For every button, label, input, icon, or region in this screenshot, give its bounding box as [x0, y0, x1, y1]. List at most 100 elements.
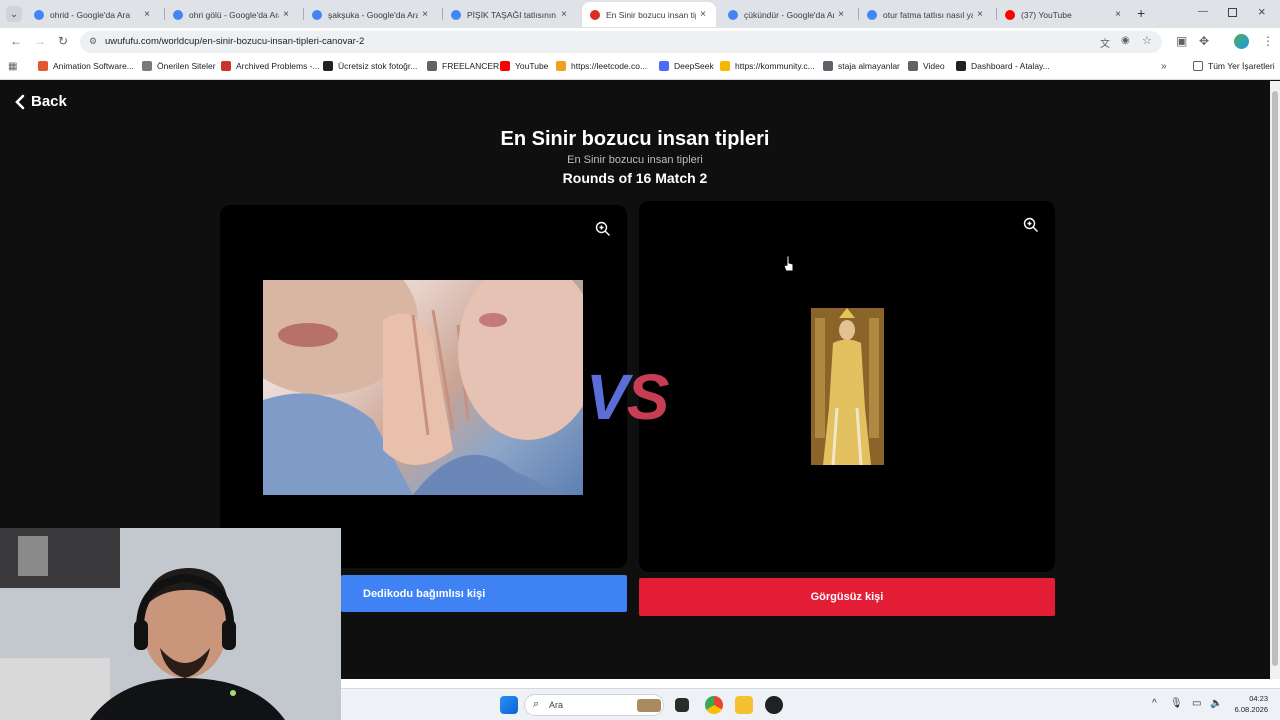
bookmark-star-icon[interactable]: ☆ [1142, 34, 1152, 47]
bookmark-item[interactable]: Ücretsiz stok fotoğr... [323, 61, 417, 71]
more-bookmarks-icon[interactable]: » [1161, 61, 1167, 72]
bookmark-item[interactable]: YouTube [500, 61, 548, 71]
new-tab-button[interactable]: + [1137, 5, 1145, 21]
back-label: Back [31, 93, 67, 110]
bookmark-favicon-icon [323, 61, 333, 71]
page-title: En Sinir bozucu insan tipleri [500, 128, 770, 150]
speaker-icon[interactable]: 🔈 [1210, 698, 1222, 709]
tab-close-icon[interactable]: × [1111, 9, 1125, 20]
microphone-icon[interactable]: 🎙 [1170, 698, 1183, 709]
page-subtitle: En Sinir bozucu insan tipleri [567, 154, 703, 166]
bookmark-label: Dashboard - Atalay... [971, 61, 1050, 71]
bookmark-item[interactable]: staja almayanlar [823, 61, 900, 71]
profile-avatar[interactable] [1234, 34, 1249, 49]
tab-favicon-icon [1005, 9, 1015, 20]
bookmark-label: Önerilen Siteler [157, 61, 216, 71]
left-candidate-image[interactable] [263, 280, 583, 495]
translate-icon[interactable]: 文 [1100, 35, 1110, 50]
gold-dress-photo [811, 308, 884, 465]
extensions-icon[interactable]: ✥ [1199, 34, 1209, 48]
extension-badge-icon[interactable]: ▣ [1176, 34, 1187, 48]
search-highlight-icon [637, 699, 661, 712]
bookmark-label: Animation Software... [53, 61, 134, 71]
page-scrollbar[interactable] [1270, 81, 1280, 679]
restore-icon[interactable] [1228, 8, 1237, 17]
horizontal-scroll-area [341, 679, 1280, 688]
tab-separator [303, 8, 304, 20]
tab-close-icon[interactable]: × [973, 9, 987, 20]
tab-close-icon[interactable]: × [834, 9, 848, 20]
eye-off-icon[interactable]: ◉ [1121, 35, 1130, 46]
browser-tab[interactable]: ohri gölü - Google'da Ara × [165, 2, 299, 27]
bookmark-item[interactable]: Animation Software... [38, 61, 134, 71]
zoom-in-icon[interactable] [1023, 217, 1039, 233]
apps-grid-icon[interactable]: ▦ [8, 61, 17, 72]
bookmark-item[interactable]: Önerilen Siteler [142, 61, 216, 71]
minimize-icon[interactable]: — [1198, 6, 1208, 17]
site-info-icon[interactable]: ⚙ [89, 36, 97, 47]
bookmark-item[interactable]: Archived Problems -... [221, 61, 320, 71]
scrollbar-thumb[interactable] [1272, 91, 1278, 666]
right-choice-button[interactable]: Görgüsüz kişi [639, 578, 1055, 616]
bookmark-favicon-icon [38, 61, 48, 71]
windows-start-icon[interactable] [500, 696, 518, 714]
file-explorer-icon[interactable] [735, 696, 753, 714]
task-view-icon[interactable] [675, 698, 689, 712]
left-choice-button[interactable]: Dedikodu bağımlısı kişi [341, 575, 627, 612]
bookmark-favicon-icon [556, 61, 566, 71]
tab-close-icon[interactable]: × [696, 9, 710, 20]
tab-strip: ⌄ ohrid - Google'da Ara × ohri gölü - Goog… [0, 0, 1280, 28]
taskbar-search[interactable]: ⌕ Ara [524, 694, 664, 716]
tab-close-icon[interactable]: × [557, 9, 571, 20]
bookmark-favicon-icon [720, 61, 730, 71]
obs-icon[interactable] [765, 696, 783, 714]
tab-close-icon[interactable]: × [279, 9, 293, 20]
whisper-photo [263, 280, 583, 495]
bookmark-favicon-icon [956, 61, 966, 71]
all-bookmarks-folder[interactable]: Tüm Yer İşaretleri [1193, 61, 1275, 71]
browser-tab[interactable]: En Sinir bozucu insan tipl × [582, 2, 716, 27]
bookmark-label: https://kommunity.c... [735, 61, 815, 71]
bookmark-item[interactable]: https://leetcode.co... [556, 61, 647, 71]
bookmark-item[interactable]: Dashboard - Atalay... [956, 61, 1050, 71]
chevron-left-icon [15, 94, 25, 109]
menu-icon[interactable]: ⋮ [1262, 34, 1274, 48]
system-clock[interactable]: 04:23 6.08.2026 [1235, 693, 1268, 715]
bookmark-item[interactable]: DeepSeek [659, 61, 714, 71]
back-arrow-icon[interactable]: ← [10, 34, 22, 48]
chrome-icon[interactable] [705, 696, 723, 714]
forward-arrow-icon[interactable]: → [34, 34, 46, 48]
browser-tab[interactable]: (37) YouTube × [997, 2, 1131, 27]
bookmark-favicon-icon [500, 61, 510, 71]
bookmark-item[interactable]: https://kommunity.c... [720, 61, 815, 71]
tray-chevron-icon[interactable]: ^ [1152, 698, 1157, 709]
bookmark-item[interactable]: Video [908, 61, 945, 71]
browser-tab[interactable]: çükündür - Google'da Ara × [720, 2, 854, 27]
browser-tab[interactable]: ohrid - Google'da Ara × [26, 2, 160, 27]
address-bar[interactable]: ⚙ uwufufu.com/worldcup/en-sinir-bozucu-i… [80, 31, 1162, 53]
tab-close-icon[interactable]: × [140, 9, 154, 20]
bookmark-label: Archived Problems -... [236, 61, 320, 71]
webcam-overlay [0, 528, 341, 720]
bookmark-label: Video [923, 61, 945, 71]
tab-favicon-icon [312, 9, 322, 20]
bookmark-item[interactable]: FREELANCER [427, 61, 499, 71]
tab-favicon-icon [451, 9, 461, 20]
bookmark-label: Ücretsiz stok fotoğr... [338, 61, 418, 71]
right-candidate-image[interactable] [811, 308, 884, 465]
network-icon[interactable]: ▭ [1192, 698, 1201, 709]
back-button[interactable]: Back [14, 93, 67, 110]
reload-icon[interactable]: ↻ [58, 34, 68, 48]
tab-close-icon[interactable]: × [418, 9, 432, 20]
tab-separator [996, 8, 997, 20]
browser-tab[interactable]: PİŞİK TAŞAĞI tatlısının adı× [443, 2, 577, 27]
tab-favicon-icon [867, 9, 877, 20]
browser-tab[interactable]: otur fatma tatlısı nasıl yap × [859, 2, 993, 27]
close-window-icon[interactable]: × [1258, 4, 1266, 19]
zoom-in-icon[interactable] [595, 221, 611, 237]
bookmark-label: FREELANCER [442, 61, 500, 71]
bookmark-favicon-icon [427, 61, 437, 71]
tab-separator [858, 8, 859, 20]
tab-search-icon[interactable]: ⌄ [6, 6, 22, 22]
browser-tab[interactable]: şakşuka - Google'da Ara × [304, 2, 438, 27]
